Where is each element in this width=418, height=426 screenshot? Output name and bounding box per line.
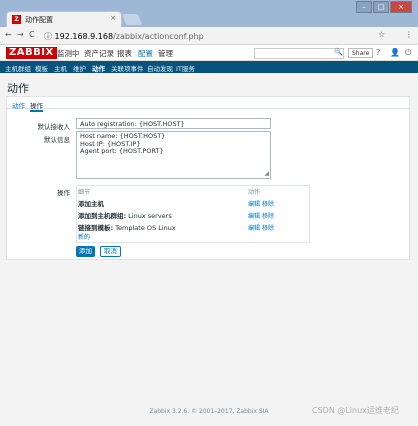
- edit-operation-3[interactable]: 编辑: [248, 223, 260, 232]
- default-message-textarea[interactable]: Host name: {HOST.HOST} Host IP: {HOST.IP…: [76, 131, 271, 179]
- page-title: 动作: [7, 82, 29, 95]
- url-field[interactable]: ⓘ 192.168.9.168/zabbix/actionconf.php: [44, 31, 204, 42]
- submenu-maintenance[interactable]: 维护: [73, 63, 86, 73]
- cancel-button[interactable]: 取消: [100, 246, 121, 257]
- column-details: 细节: [78, 189, 91, 196]
- browser-tab[interactable]: Z 动作配置 ×: [6, 11, 122, 27]
- logout-icon[interactable]: ⏻: [405, 48, 411, 58]
- column-action: 动作: [248, 189, 261, 196]
- minimize-icon[interactable]: –: [356, 1, 372, 13]
- edit-operation-2[interactable]: 编辑: [248, 211, 260, 220]
- remove-operation-1[interactable]: 移除: [262, 199, 274, 208]
- zabbix-favicon-icon: Z: [12, 15, 21, 24]
- help-icon[interactable]: ?: [376, 48, 380, 57]
- operation-row-3: 链接到模板: Template OS Linux: [78, 224, 176, 232]
- submenu-templates[interactable]: 模板: [35, 63, 48, 73]
- bookmark-star-icon[interactable]: ☆: [378, 30, 385, 39]
- sub-navigation: 主机群组 模板 主机 维护 动作 关联项事件 自动发现 IT服务: [0, 61, 418, 73]
- submenu-correlation[interactable]: 关联项事件: [111, 63, 144, 73]
- default-subject-value: Auto registration: {HOST.HOST}: [80, 120, 185, 128]
- address-bar: ← → C ⓘ 192.168.9.168/zabbix/actionconf.…: [0, 27, 418, 45]
- zabbix-logo[interactable]: ZABBIX: [6, 47, 57, 59]
- back-icon[interactable]: ←: [5, 30, 12, 39]
- tab-action[interactable]: 动作: [12, 100, 25, 110]
- edit-operation-1[interactable]: 编辑: [248, 199, 260, 208]
- url-host: 192.168.9.168: [54, 32, 114, 41]
- default-subject-input[interactable]: Auto registration: {HOST.HOST}: [76, 118, 271, 129]
- maximize-icon[interactable]: □: [373, 1, 389, 13]
- reload-icon[interactable]: C: [29, 30, 35, 39]
- submenu-discovery[interactable]: 自动发现: [147, 63, 173, 73]
- menu-monitoring[interactable]: 监测中: [57, 48, 80, 59]
- submenu-actions[interactable]: 动作: [92, 63, 105, 73]
- new-operation-link[interactable]: 新的: [78, 232, 90, 241]
- share-button[interactable]: Share: [348, 48, 374, 58]
- add-button[interactable]: 添加: [76, 246, 95, 257]
- remove-operation-3[interactable]: 移除: [262, 223, 274, 232]
- search-icon[interactable]: 🔍: [334, 48, 343, 56]
- url-path: /zabbix/actionconf.php: [113, 32, 204, 41]
- resize-handle-icon[interactable]: ◢: [264, 170, 269, 177]
- default-message-label: 默认信息: [44, 136, 70, 144]
- close-window-icon[interactable]: ×: [390, 1, 412, 13]
- info-icon: ⓘ: [44, 32, 52, 41]
- remove-operation-2[interactable]: 移除: [262, 211, 274, 220]
- new-tab-button[interactable]: [121, 14, 143, 25]
- forward-icon[interactable]: →: [17, 30, 24, 39]
- zabbix-header: ZABBIX 监测中 资产记录 报表 配置 管理 🔍 Share ? 👤 ⏻: [0, 45, 418, 61]
- watermark: CSDN @Linux运维老纪: [312, 406, 399, 415]
- browser-titlebar: Z 动作配置 × – □ ×: [0, 0, 418, 27]
- default-subject-label: 默认接收人: [37, 123, 71, 131]
- submenu-hosts[interactable]: 主机: [54, 63, 67, 73]
- browser-menu-icon[interactable]: ⋮: [405, 30, 413, 39]
- menu-administration[interactable]: 管理: [158, 48, 173, 59]
- window-controls: – □ ×: [356, 1, 414, 13]
- operation-row-2: 添加到主机群组: Linux servers: [78, 212, 172, 220]
- tab-operations[interactable]: 操作: [30, 100, 43, 112]
- search-input[interactable]: [254, 48, 344, 59]
- user-profile-icon[interactable]: 👤: [390, 48, 400, 57]
- menu-inventory[interactable]: 资产记录: [84, 48, 114, 59]
- form-tabs: [6, 98, 410, 109]
- operations-label: 操作: [57, 189, 70, 197]
- submenu-host-groups[interactable]: 主机群组: [5, 63, 31, 73]
- message-line: Agent port: {HOST.PORT}: [80, 147, 164, 155]
- tab-title: 动作配置: [25, 16, 53, 24]
- operation-row-1: 添加主机: [78, 200, 104, 208]
- menu-reports[interactable]: 报表: [117, 48, 132, 59]
- submenu-it-services[interactable]: IT服务: [176, 63, 195, 73]
- menu-configuration[interactable]: 配置: [138, 48, 153, 59]
- tab-close-icon[interactable]: ×: [110, 14, 116, 22]
